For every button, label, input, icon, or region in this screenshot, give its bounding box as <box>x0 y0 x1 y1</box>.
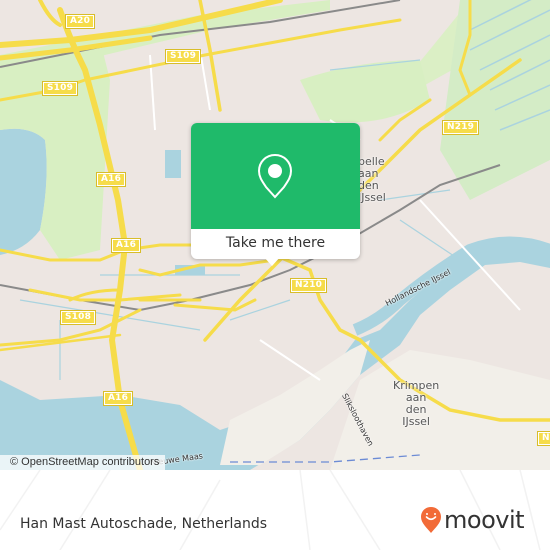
location-popup: Take me there <box>191 123 360 266</box>
place-title: Han Mast Autoschade, Netherlands <box>20 516 268 532</box>
place-label-krimpen: Krimpen aan den IJssel <box>393 379 440 428</box>
popup-pointer <box>264 257 280 266</box>
road-shield-n219: N219 <box>441 120 480 135</box>
road-shield-a16: A16 <box>110 238 142 253</box>
road-shield-s108: S108 <box>59 310 97 325</box>
place-label-capelle: pelle aan den IJssel <box>358 155 386 204</box>
road-shield-a16: A16 <box>95 172 127 187</box>
pond <box>165 150 181 178</box>
map[interactable]: A20 S109 S109 A16 A16 S108 A16 N219 N210… <box>0 0 550 470</box>
map-pin-icon <box>257 153 293 199</box>
road-shield-a16: A16 <box>102 391 134 406</box>
moovit-logo[interactable]: moovit <box>420 505 525 535</box>
popup-header <box>191 123 360 229</box>
road-shield-s109: S109 <box>164 49 202 64</box>
moovit-pin-icon <box>421 507 441 533</box>
road-shield-n: N <box>537 431 550 446</box>
road-shield-a20: A20 <box>64 14 96 29</box>
road-shield-s109: S109 <box>41 81 79 96</box>
take-me-there-button[interactable]: Take me there <box>191 229 360 259</box>
moovit-wordmark: moovit <box>444 506 525 534</box>
road-shield-n210: N210 <box>289 278 328 293</box>
osm-attribution[interactable]: © OpenStreetMap contributors <box>0 455 166 470</box>
